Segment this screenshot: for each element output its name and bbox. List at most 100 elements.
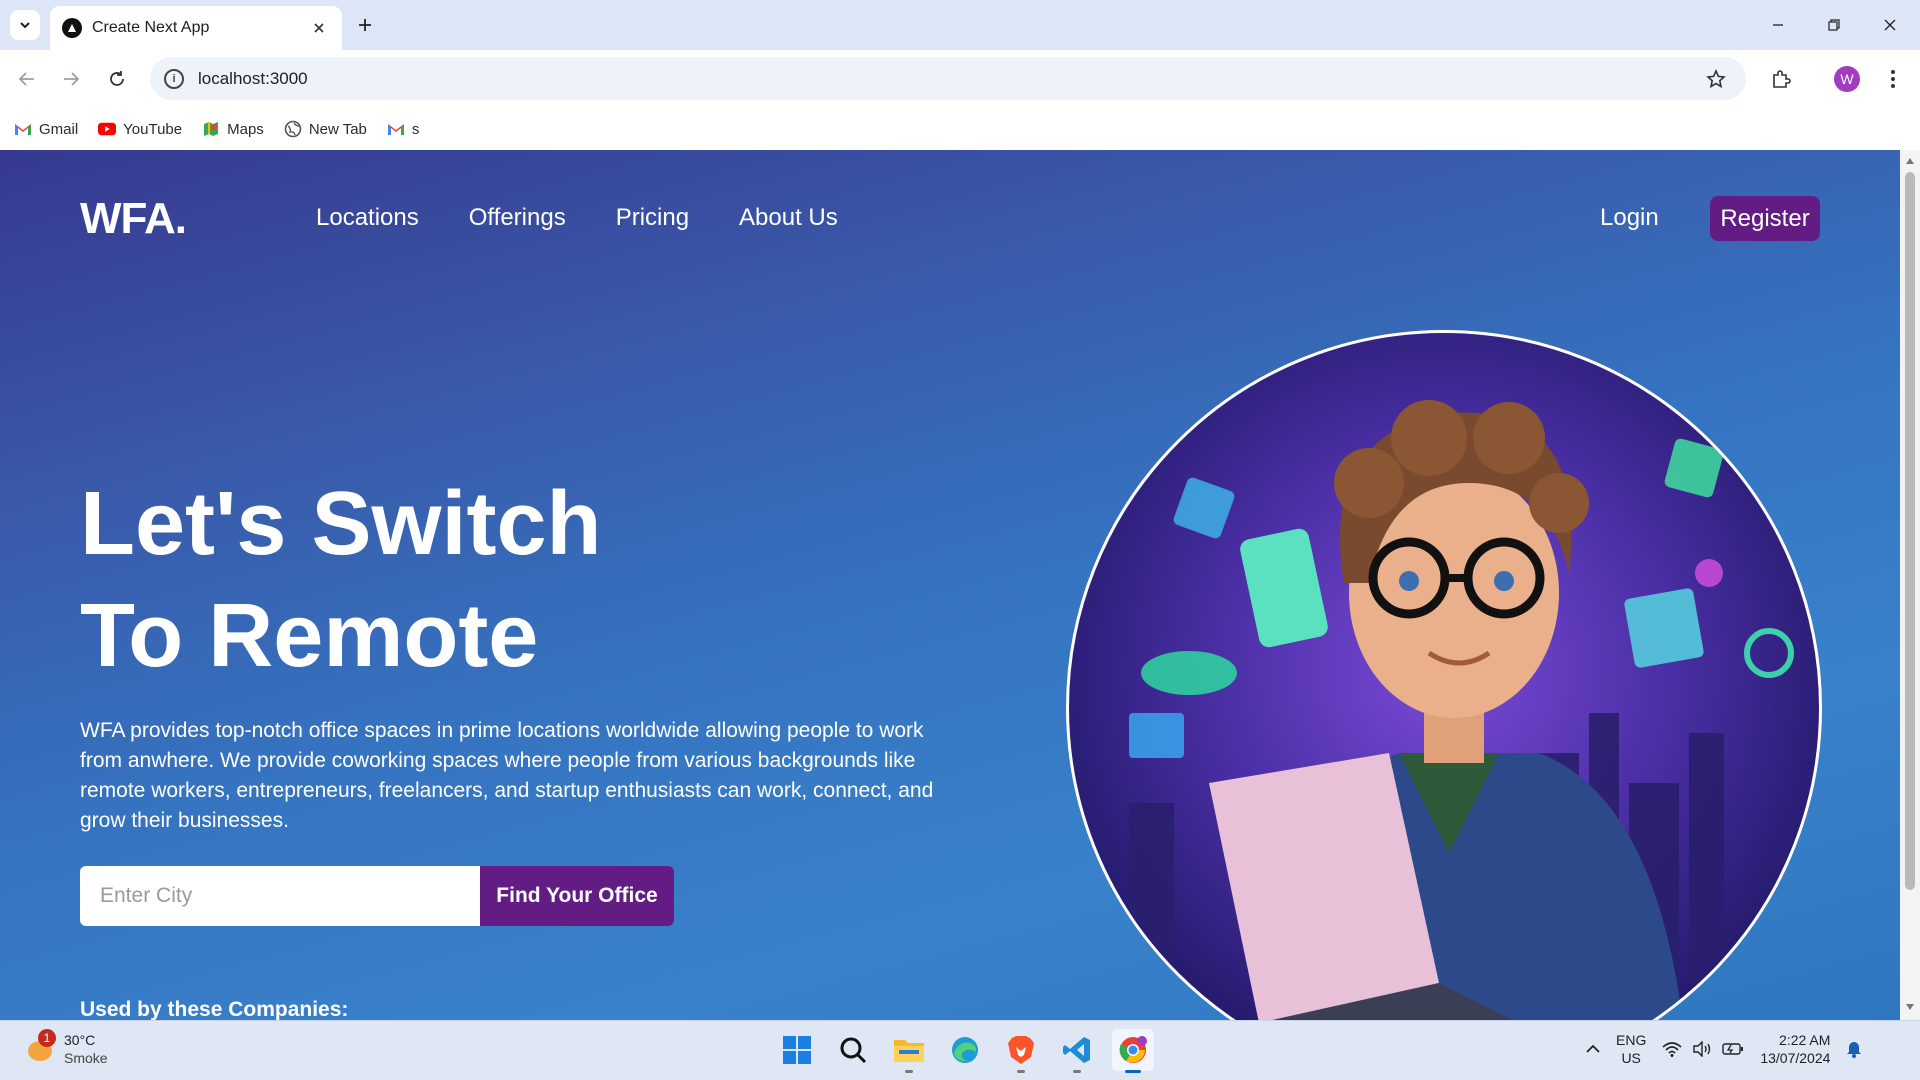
vscode-icon[interactable] [1056, 1029, 1098, 1073]
bookmark-label: Maps [227, 120, 264, 138]
bookmark-label: s [411, 120, 420, 138]
weather-widget[interactable]: 1 30°C Smoke [24, 1029, 108, 1067]
gmail-icon [387, 122, 405, 136]
tab-title: Create Next App [92, 19, 210, 36]
bookmark-label: YouTube [123, 120, 183, 138]
show-hidden-icons-button[interactable] [1586, 1044, 1600, 1054]
find-office-button[interactable]: Find Your Office [480, 866, 674, 926]
page-scrollbar[interactable] [1900, 150, 1920, 1020]
city-input[interactable] [80, 866, 480, 926]
battery-icon [1722, 1043, 1744, 1055]
minimize-icon [1773, 24, 1783, 26]
bookmark-youtube[interactable]: YouTube [98, 121, 182, 138]
notifications-button[interactable] [1846, 1040, 1862, 1058]
system-tray: ENG US 2:22 AM 13/07/2024 [1586, 1031, 1862, 1067]
reload-icon [110, 71, 124, 86]
plus-icon [359, 19, 371, 31]
bookmark-star-icon[interactable] [1704, 67, 1728, 91]
weather-badge: 1 [38, 1029, 56, 1047]
extensions-button[interactable] [1766, 64, 1796, 94]
companies-heading: Used by these Companies: [80, 998, 349, 1020]
puzzle-icon [1773, 70, 1791, 88]
bell-icon [1847, 1042, 1862, 1058]
weather-temp: 30°C [64, 1032, 96, 1048]
close-icon [1884, 19, 1896, 31]
bookmark-new-tab[interactable]: New Tab [284, 121, 367, 138]
chevron-down-icon [20, 22, 30, 29]
hero-illustration [1066, 330, 1822, 1020]
windows-taskbar: 1 30°C Smoke ENG US 2:22 AM 13/07/2024 [0, 1020, 1920, 1080]
forward-arrow-icon [64, 72, 80, 86]
reload-button[interactable] [102, 64, 132, 94]
city-search-form: Find Your Office [80, 866, 674, 926]
tab-strip: Create Next App [0, 0, 1920, 50]
keyboard-layout: US [1621, 1050, 1641, 1066]
bookmark-s[interactable]: s [387, 120, 420, 138]
tab-search-button[interactable] [10, 10, 40, 40]
chevron-up-icon [1586, 1044, 1600, 1053]
edge-icon[interactable] [944, 1029, 986, 1071]
nav-locations[interactable]: Locations [316, 204, 419, 232]
register-button[interactable]: Register [1710, 196, 1820, 241]
nav-pricing[interactable]: Pricing [616, 204, 689, 232]
page-viewport: WFA. Locations Offerings Pricing About U… [0, 150, 1900, 1020]
clock-time: 2:22 AM [1779, 1032, 1831, 1048]
globe-icon [284, 120, 302, 138]
bookmark-label: New Tab [308, 120, 367, 138]
weather-icon: 1 [24, 1029, 56, 1065]
scrollbar-thumb[interactable] [1905, 172, 1915, 890]
windows-start-icon[interactable] [776, 1029, 818, 1071]
hero-title: Let's Switch To Remote [80, 468, 840, 692]
maps-icon [202, 122, 220, 136]
minimize-button[interactable] [1758, 10, 1798, 40]
nav-offerings[interactable]: Offerings [469, 204, 566, 232]
bookmark-maps[interactable]: Maps [202, 121, 264, 138]
profile-avatar[interactable]: W [1834, 66, 1860, 92]
taskbar-apps [776, 1029, 1154, 1073]
bookmarks-bar: Gmail YouTube Maps New Tab s [0, 108, 1920, 150]
quick-settings-button[interactable] [1662, 1041, 1744, 1057]
weather-text: 30°C Smoke [64, 1031, 108, 1067]
nav-about-us[interactable]: About Us [739, 204, 838, 232]
nextjs-favicon-icon [62, 18, 82, 38]
close-tab-icon[interactable] [308, 17, 330, 39]
url-text: localhost:3000 [198, 68, 308, 88]
new-tab-button[interactable] [352, 12, 378, 38]
back-button[interactable] [12, 64, 42, 94]
search-icon[interactable] [832, 1029, 874, 1071]
site-logo[interactable]: WFA. [80, 194, 187, 244]
address-bar[interactable]: i localhost:3000 [150, 57, 1746, 100]
wifi-icon [1662, 1042, 1682, 1057]
restore-icon [1828, 19, 1840, 31]
close-window-button[interactable] [1870, 10, 1910, 40]
main-nav: Locations Offerings Pricing About Us [316, 204, 838, 232]
youtube-icon [98, 122, 117, 136]
gmail-icon [14, 122, 32, 136]
browser-toolbar: i localhost:3000 W [0, 50, 1920, 108]
browser-tab[interactable]: Create Next App [50, 6, 342, 50]
clock-date: 13/07/2024 [1760, 1050, 1831, 1066]
site-info-icon[interactable]: i [164, 68, 184, 89]
login-link[interactable]: Login [1600, 204, 1659, 232]
brave-icon[interactable] [1000, 1029, 1042, 1073]
volume-icon [1693, 1041, 1711, 1057]
hero-description: WFA provides top-notch office spaces in … [80, 719, 934, 832]
language-code: ENG [1616, 1032, 1647, 1048]
more-vertical-icon [1891, 70, 1895, 88]
scroll-up-icon[interactable] [1905, 156, 1915, 166]
forward-button[interactable] [56, 64, 86, 94]
hero-title-line-1: Let's Switch [80, 474, 602, 574]
developer-illustration [1129, 400, 1794, 1020]
bookmark-gmail[interactable]: Gmail [14, 121, 78, 138]
file-explorer-icon[interactable] [888, 1029, 930, 1073]
clock[interactable]: 2:22 AM 13/07/2024 [1760, 1031, 1830, 1067]
restore-button[interactable] [1814, 10, 1854, 40]
bookmark-label: Gmail [39, 120, 79, 138]
language-indicator[interactable]: ENG US [1616, 1031, 1646, 1067]
chrome-icon[interactable] [1112, 1029, 1154, 1073]
weather-desc: Smoke [64, 1050, 108, 1066]
hero-title-line-2: To Remote [80, 586, 539, 686]
browser-menu-button[interactable] [1880, 64, 1906, 94]
back-arrow-icon [18, 72, 34, 86]
scroll-down-icon[interactable] [1905, 1002, 1915, 1012]
